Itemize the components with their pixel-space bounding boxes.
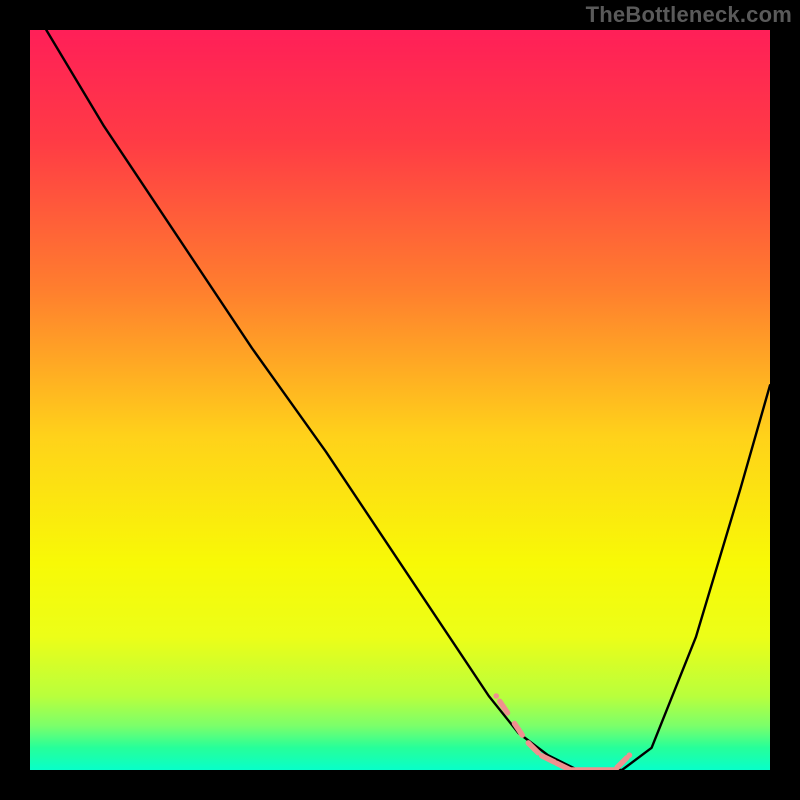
gradient-panel [30,30,770,770]
bottleneck-chart [0,0,800,800]
attribution-text: TheBottleneck.com [586,2,792,28]
chart-wrapper: { "attribution": "TheBottleneck.com", "c… [0,0,800,800]
